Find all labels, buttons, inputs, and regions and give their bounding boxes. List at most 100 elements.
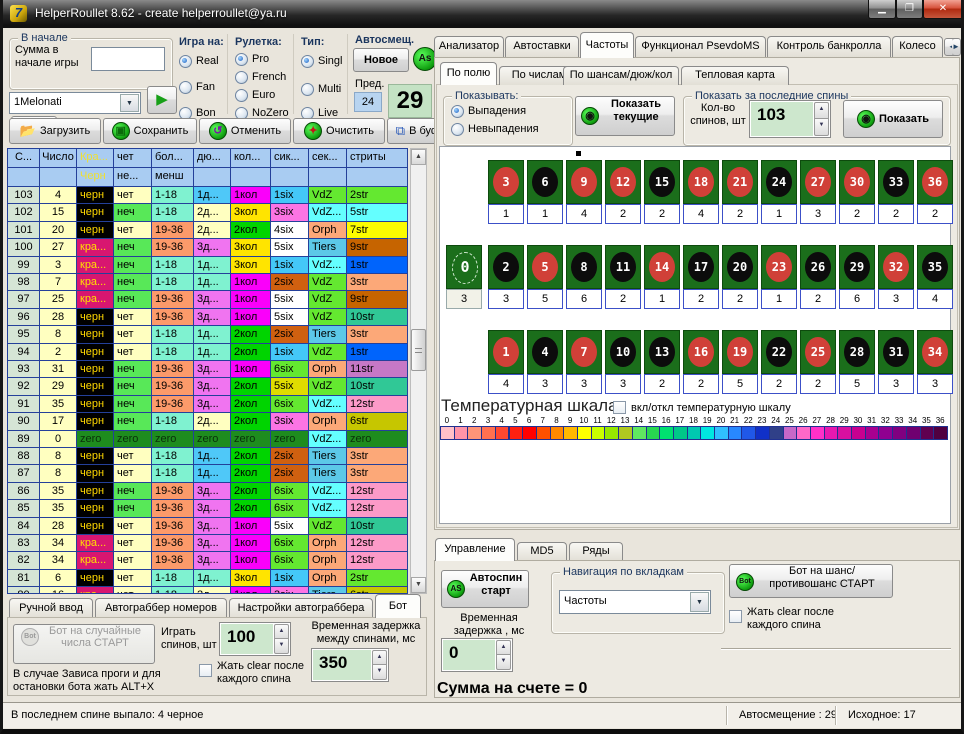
table-cell[interactable]: чет bbox=[114, 344, 152, 361]
tab-контроль-банкролла[interactable]: Контроль банкролла bbox=[767, 36, 891, 57]
table-cell-number[interactable]: 2 bbox=[40, 344, 77, 361]
table-row-index[interactable]: 85 bbox=[8, 500, 40, 517]
subtab-по-полю[interactable]: По полю bbox=[440, 62, 497, 85]
table-cell[interactable]: VdZ bbox=[309, 291, 347, 308]
table-cell[interactable]: черн bbox=[77, 413, 114, 430]
table-cell[interactable]: чет bbox=[114, 535, 152, 552]
table-cell[interactable]: 19-36 bbox=[152, 378, 194, 395]
table-row-index[interactable]: 93 bbox=[8, 361, 40, 378]
random-bot-start-button[interactable]: BotБот на случайные числа СТАРТ bbox=[13, 624, 155, 664]
table-cell[interactable]: VdZ... bbox=[309, 483, 347, 500]
tab-автограббер-номеров[interactable]: Автограббер номеров bbox=[95, 598, 227, 618]
table-cell[interactable]: черн bbox=[77, 465, 114, 482]
tab-бот[interactable]: Бот bbox=[375, 594, 421, 618]
table-cell[interactable]: 1д... bbox=[194, 187, 231, 204]
table-cell[interactable]: 1д... bbox=[194, 465, 231, 482]
table-cell[interactable]: кра... bbox=[77, 587, 114, 594]
save-button[interactable]: ▣Сохранить bbox=[103, 118, 197, 144]
table-cell-number[interactable]: 4 bbox=[40, 187, 77, 204]
table-cell[interactable]: 1-18 bbox=[152, 448, 194, 465]
table-cell[interactable]: 5six bbox=[271, 291, 309, 308]
table-cell[interactable]: 3six bbox=[271, 204, 309, 221]
table-cell[interactable]: 6six bbox=[271, 483, 309, 500]
table-cell[interactable]: 6six bbox=[271, 535, 309, 552]
table-cell[interactable]: кра... bbox=[77, 239, 114, 256]
table-cell[interactable]: 19-36 bbox=[152, 239, 194, 256]
table-cell[interactable]: неч bbox=[114, 500, 152, 517]
table-cell[interactable]: zero bbox=[271, 431, 309, 448]
table-cell-number[interactable]: 29 bbox=[40, 378, 77, 395]
table-row-index[interactable]: 95 bbox=[8, 326, 40, 343]
table-cell[interactable]: неч bbox=[114, 483, 152, 500]
table-cell[interactable]: 19-36 bbox=[152, 309, 194, 326]
table-cell[interactable]: zero bbox=[231, 431, 271, 448]
table-cell[interactable]: 7str bbox=[347, 222, 408, 239]
table-cell[interactable]: 5six bbox=[271, 309, 309, 326]
table-cell-number[interactable]: 25 bbox=[40, 291, 77, 308]
table-row-index[interactable]: 84 bbox=[8, 518, 40, 535]
table-cell[interactable]: 1six bbox=[271, 344, 309, 361]
radio-type-singl[interactable]: Singl bbox=[301, 54, 342, 68]
scroll-down-icon[interactable]: ▼ bbox=[411, 577, 426, 593]
tab-ряды[interactable]: Ряды bbox=[569, 542, 623, 561]
bot-delay-stepper[interactable]: 350▲▼ bbox=[311, 648, 389, 682]
table-cell[interactable]: неч bbox=[114, 378, 152, 395]
table-row-index[interactable]: 81 bbox=[8, 570, 40, 587]
table-cell[interactable]: 1-18 bbox=[152, 465, 194, 482]
table-cell[interactable]: zero bbox=[152, 431, 194, 448]
table-cell[interactable]: 11str bbox=[347, 361, 408, 378]
table-cell[interactable]: 3кол bbox=[231, 204, 271, 221]
table-cell[interactable]: черн bbox=[77, 344, 114, 361]
minimize-button[interactable]: ▁ bbox=[868, 0, 896, 19]
table-cell-number[interactable]: 34 bbox=[40, 552, 77, 569]
table-cell[interactable]: кра... bbox=[77, 291, 114, 308]
table-row-index[interactable]: 88 bbox=[8, 448, 40, 465]
stepper-down-icon[interactable]: ▼ bbox=[814, 118, 829, 136]
table-cell[interactable]: VdZ bbox=[309, 309, 347, 326]
table-cell[interactable]: чет bbox=[114, 465, 152, 482]
table-cell[interactable]: VdZ bbox=[309, 274, 347, 291]
table-row-index[interactable]: 90 bbox=[8, 413, 40, 430]
table-cell[interactable]: 1-18 bbox=[152, 413, 194, 430]
tab-колесо[interactable]: Колесо bbox=[892, 36, 943, 57]
table-cell[interactable]: Tiers bbox=[309, 326, 347, 343]
table-cell[interactable]: 1д... bbox=[194, 326, 231, 343]
table-cell[interactable]: 9str bbox=[347, 239, 408, 256]
autospin-start-button[interactable]: ASАвтоспин старт bbox=[441, 570, 529, 608]
table-cell[interactable]: 1str bbox=[347, 257, 408, 274]
table-cell[interactable]: 1д... bbox=[194, 257, 231, 274]
table-cell[interactable]: 19-36 bbox=[152, 396, 194, 413]
table-cell[interactable]: 1кол bbox=[231, 361, 271, 378]
table-row-index[interactable]: 99 bbox=[8, 257, 40, 274]
table-cell[interactable]: 1-18 bbox=[152, 274, 194, 291]
table-cell[interactable]: VdZ... bbox=[309, 500, 347, 517]
table-row-index[interactable]: 103 bbox=[8, 187, 40, 204]
table-cell-number[interactable]: 35 bbox=[40, 396, 77, 413]
table-cell[interactable]: 3str bbox=[347, 465, 408, 482]
table-cell-number[interactable]: 8 bbox=[40, 326, 77, 343]
title-bar[interactable]: 7 HelperRoullet 8.62 - create helperroul… bbox=[3, 0, 961, 28]
table-cell[interactable]: 6str bbox=[347, 413, 408, 430]
table-cell[interactable]: 3six bbox=[271, 587, 309, 594]
table-cell[interactable]: Tiers bbox=[309, 465, 347, 482]
table-cell[interactable]: Orph bbox=[309, 222, 347, 239]
last-spins-stepper[interactable]: 103▲▼ bbox=[749, 100, 831, 138]
table-cell[interactable]: черн bbox=[77, 204, 114, 221]
table-cell-number[interactable]: 6 bbox=[40, 570, 77, 587]
radio-game-real[interactable]: Real bbox=[179, 54, 219, 68]
table-cell[interactable]: черн bbox=[77, 222, 114, 239]
spins-count-stepper[interactable]: 100▲▼ bbox=[219, 622, 291, 656]
chevron-down-icon[interactable]: ▼ bbox=[690, 592, 709, 612]
table-cell[interactable]: неч bbox=[114, 204, 152, 221]
table-cell-number[interactable]: 28 bbox=[40, 309, 77, 326]
tab-управление[interactable]: Управление bbox=[435, 538, 515, 561]
table-row-index[interactable]: 98 bbox=[8, 274, 40, 291]
radio-show-выпадения[interactable]: Выпадения bbox=[451, 104, 526, 118]
table-cell[interactable]: 3str bbox=[347, 326, 408, 343]
table-cell[interactable]: Tiers bbox=[309, 587, 347, 594]
table-cell[interactable]: 5six bbox=[271, 239, 309, 256]
table-cell[interactable]: 2д... bbox=[194, 222, 231, 239]
table-row-index[interactable]: 96 bbox=[8, 309, 40, 326]
table-cell[interactable]: чет bbox=[114, 518, 152, 535]
table-row-index[interactable]: 86 bbox=[8, 483, 40, 500]
